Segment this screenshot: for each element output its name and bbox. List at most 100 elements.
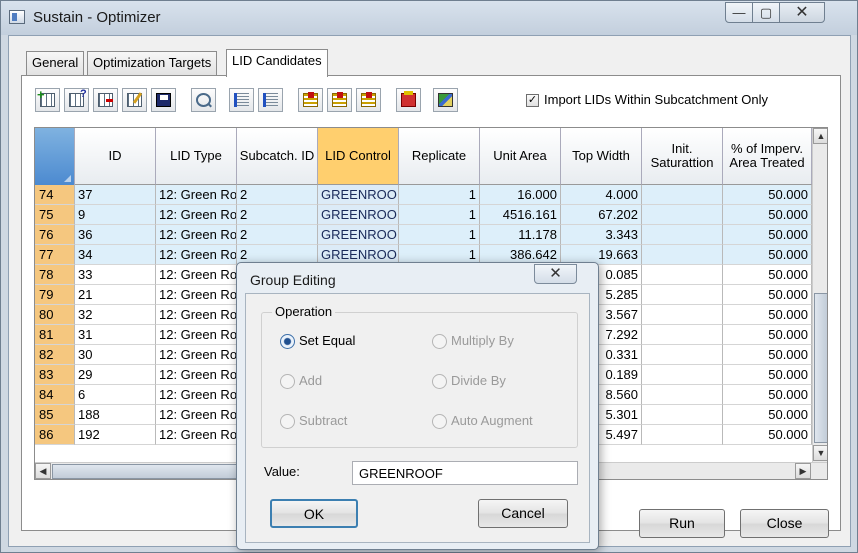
table-cell[interactable] [642,205,723,225]
table-cell[interactable]: 12: Green Ro [156,285,237,305]
table-cell[interactable]: 1 [399,205,480,225]
table-cell[interactable]: 12: Green Ro [156,245,237,265]
table-cell[interactable]: 37 [75,185,156,205]
search-button[interactable] [191,88,216,112]
scroll-right-arrow[interactable]: ▶ [795,463,811,479]
table-cell[interactable]: 12: Green Ro [156,205,237,225]
table-cell[interactable]: 3.343 [561,225,642,245]
table-cell[interactable]: 2 [237,185,318,205]
row-header[interactable]: 84 [35,385,75,405]
radio-auto-augment[interactable]: Auto Augment [432,413,533,431]
table-cell[interactable]: 50.000 [723,205,812,225]
tab-general[interactable]: General [26,51,85,75]
table-cell[interactable]: 12: Green Ro [156,325,237,345]
edit-row-button[interactable] [122,88,147,112]
table-cell[interactable] [642,225,723,245]
tab-lid-candidates[interactable]: LID Candidates [226,49,328,77]
table-cell[interactable] [642,245,723,265]
table-cell[interactable]: 1 [399,185,480,205]
table-cell[interactable]: 12: Green Ro [156,365,237,385]
table-cell[interactable] [642,285,723,305]
minimize-button[interactable]: — [725,2,753,23]
table-cell[interactable] [642,325,723,345]
table-cell[interactable]: 12: Green Ro [156,345,237,365]
cancel-button[interactable]: Cancel [478,499,568,528]
column-header[interactable]: LID Type [156,128,237,185]
table-cell[interactable] [642,405,723,425]
map-button[interactable] [433,88,458,112]
sort-1-button[interactable] [298,88,323,112]
row-header[interactable]: 81 [35,325,75,345]
table-cell[interactable]: 12: Green Ro [156,425,237,445]
table-cell[interactable]: 50.000 [723,405,812,425]
save-button[interactable] [151,88,176,112]
table-cell[interactable]: GREENROO [318,225,399,245]
title-bar[interactable]: Sustain - Optimizer — ▢ ✕ [1,1,857,35]
window-close-button[interactable]: ✕ [779,2,825,23]
table-cell[interactable]: 50.000 [723,305,812,325]
column-header[interactable]: ID [75,128,156,185]
maximize-button[interactable]: ▢ [752,2,780,23]
table-cell[interactable]: 67.202 [561,205,642,225]
scroll-down-arrow[interactable]: ▼ [813,445,827,461]
vertical-scrollbar[interactable]: ▲ ▼ [812,128,827,462]
table-cell[interactable]: GREENROO [318,185,399,205]
scroll-up-arrow[interactable]: ▲ [813,128,827,144]
table-cell[interactable]: 9 [75,205,156,225]
table-cell[interactable] [642,385,723,405]
table-cell[interactable]: 29 [75,365,156,385]
row-header[interactable]: 80 [35,305,75,325]
row-header[interactable]: 76 [35,225,75,245]
table-cell[interactable] [642,425,723,445]
table-cell[interactable] [642,305,723,325]
column-header[interactable]: Init. Saturattion [642,128,723,185]
table-cell[interactable]: 1 [399,225,480,245]
import-button[interactable] [229,88,254,112]
table-cell[interactable]: 50.000 [723,345,812,365]
column-header[interactable]: Unit Area [480,128,561,185]
row-header[interactable]: 75 [35,205,75,225]
table-cell[interactable]: 50.000 [723,285,812,305]
table-cell[interactable] [642,345,723,365]
column-header[interactable]: % of Imperv. Area Treated [723,128,812,185]
row-header[interactable]: 79 [35,285,75,305]
table-cell[interactable]: 50.000 [723,365,812,385]
row-header[interactable]: 74 [35,185,75,205]
table-cell[interactable]: 21 [75,285,156,305]
import-lids-checkbox[interactable]: ✓ [526,94,539,107]
radio-subtract[interactable]: Subtract [280,413,347,431]
table-cell[interactable]: 31 [75,325,156,345]
row-header[interactable]: 83 [35,365,75,385]
row-header[interactable]: 82 [35,345,75,365]
grid-corner[interactable] [35,128,75,185]
radio-add[interactable]: Add [280,373,322,391]
table-cell[interactable]: 50.000 [723,185,812,205]
table-cell[interactable] [642,265,723,285]
table-cell[interactable]: 50.000 [723,225,812,245]
table-cell[interactable]: 188 [75,405,156,425]
dialog-close-button[interactable]: ✕ [534,264,577,284]
table-cell[interactable]: 11.178 [480,225,561,245]
delete-row-button[interactable] [93,88,118,112]
table-cell[interactable]: 4.000 [561,185,642,205]
radio-divide-by[interactable]: Divide By [432,373,506,391]
tab-optimization-targets[interactable]: Optimization Targets [87,51,218,75]
sort-2-button[interactable] [327,88,352,112]
table-cell[interactable]: 50.000 [723,245,812,265]
table-cell[interactable]: 50.000 [723,385,812,405]
table-cell[interactable]: 12: Green Ro [156,225,237,245]
table-cell[interactable]: 50.000 [723,265,812,285]
close-button[interactable]: Close [740,509,829,538]
scroll-left-arrow[interactable]: ◀ [35,463,51,479]
sort-3-button[interactable] [356,88,381,112]
table-cell[interactable]: 12: Green Ro [156,405,237,425]
row-header[interactable]: 85 [35,405,75,425]
add-query-button[interactable] [64,88,89,112]
table-cell[interactable]: 50.000 [723,425,812,445]
radio-multiply-by[interactable]: Multiply By [432,333,514,351]
table-cell[interactable]: 36 [75,225,156,245]
radio-set-equal[interactable]: Set Equal [280,333,355,351]
table-cell[interactable]: 2 [237,225,318,245]
table-cell[interactable]: 12: Green Ro [156,185,237,205]
table-cell[interactable]: 34 [75,245,156,265]
